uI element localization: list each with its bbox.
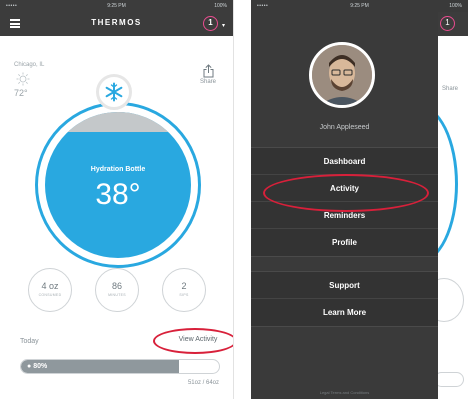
menu-item-support[interactable]: Support — [251, 272, 438, 299]
bottle-empty-portion — [45, 112, 191, 133]
peek-share-label: Share — [442, 86, 459, 92]
weather-widget: Chicago, IL 72° — [14, 62, 74, 98]
stat-value: 86 — [111, 281, 122, 291]
stat-sips: 2 SIPS — [162, 268, 206, 312]
menu-screen: ••••• 9:25 PM 100% 1 Share John Applesee… — [251, 0, 468, 399]
stat-unit: SIPS — [179, 293, 189, 297]
menu-item-learn-more[interactable]: Learn More — [251, 299, 438, 326]
share-icon — [203, 64, 213, 78]
progress-text: ● 80% — [27, 363, 47, 370]
secondary-menu: Support Learn More — [251, 271, 438, 327]
share-label: Share — [199, 79, 216, 85]
daily-progress-bar: ● 80% — [20, 359, 220, 374]
snowflake-icon — [105, 82, 123, 102]
bottle-temperature: 38° — [95, 178, 141, 211]
progress-amount: 51oz / 64oz — [187, 380, 219, 386]
today-label: Today — [20, 338, 39, 345]
dashboard-peek[interactable]: 1 Share — [378, 12, 468, 399]
notification-button[interactable]: 1 ▾ — [203, 16, 225, 32]
highlight-circle — [263, 174, 429, 212]
status-time: 9:25 PM — [107, 3, 126, 9]
status-time: 9:25 PM — [350, 3, 369, 9]
top-nav-bar: THERMOS 1 ▾ — [0, 12, 233, 36]
battery-indicator: 100% — [214, 3, 227, 9]
legal-terms-link[interactable]: Legal Terms and Conditions — [251, 390, 438, 395]
notification-badge: 1 — [440, 16, 455, 31]
weather-temp: 72° — [14, 88, 28, 98]
weather-city: Chicago, IL — [14, 62, 45, 68]
stat-consumed: 4 oz CONSUMED — [28, 268, 72, 312]
share-button[interactable]: Share — [195, 64, 221, 85]
peek-progress-bar — [434, 372, 464, 387]
stat-value: 4 oz — [41, 281, 59, 291]
stat-minutes: 86 MINUTES — [95, 268, 139, 312]
chevron-down-icon: ▾ — [221, 23, 225, 29]
dashboard-screen: ••••• 9:25 PM 100% THERMOS 1 ▾ Chicago, … — [0, 0, 234, 399]
avatar-photo — [312, 45, 372, 105]
battery-indicator: 100% — [449, 3, 462, 9]
status-bar: ••••• 9:25 PM 100% — [0, 0, 233, 12]
menu-item-profile[interactable]: Profile — [251, 229, 438, 256]
stat-unit: MINUTES — [108, 293, 126, 297]
bottle-gauge[interactable]: Hydration Bottle 38° — [35, 102, 201, 268]
stat-unit: CONSUMED — [38, 293, 62, 297]
brand-logo: THERMOS — [91, 18, 142, 27]
drop-icon: ● — [27, 363, 32, 370]
highlight-circle — [153, 328, 233, 354]
progress-percent: 80% — [33, 363, 48, 370]
sun-icon — [16, 72, 30, 86]
status-bar: ••••• 9:25 PM 100% — [251, 0, 468, 12]
bottle-fill-level: Hydration Bottle 38° — [45, 112, 191, 258]
notification-badge: 1 — [203, 16, 218, 31]
user-name: John Appleseed — [319, 124, 370, 131]
user-avatar[interactable] — [309, 42, 375, 108]
menu-item-dashboard[interactable]: Dashboard — [251, 148, 438, 175]
side-drawer: John Appleseed Dashboard Activity Remind… — [251, 12, 438, 399]
peek-top-bar: 1 — [438, 12, 468, 36]
cold-mode-button[interactable] — [96, 74, 132, 110]
bottle-name: Hydration Bottle — [90, 166, 146, 173]
stat-value: 2 — [181, 281, 187, 291]
